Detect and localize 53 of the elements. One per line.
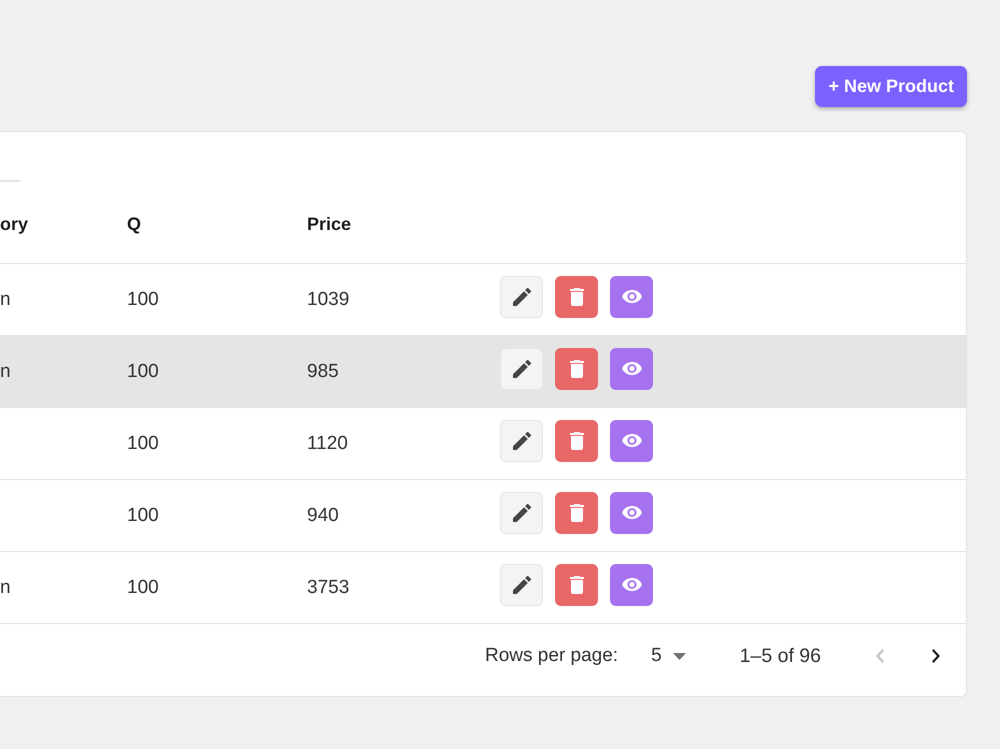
table-cell: 100 bbox=[127, 576, 159, 598]
edit-button[interactable] bbox=[500, 276, 543, 318]
table-cell: n bbox=[0, 288, 11, 310]
trash-icon bbox=[570, 360, 584, 378]
pencil-icon bbox=[512, 288, 530, 306]
delete-button[interactable] bbox=[555, 564, 598, 606]
chevron-left-icon bbox=[876, 649, 884, 663]
pencil-icon bbox=[512, 504, 530, 522]
table-cell: 100 bbox=[127, 504, 159, 526]
table-cell: 100 bbox=[127, 432, 159, 454]
rows-per-page-select[interactable]: 5 bbox=[651, 645, 686, 667]
trash-icon bbox=[570, 432, 584, 450]
caret-icon bbox=[672, 652, 686, 660]
edit-button[interactable] bbox=[500, 564, 543, 606]
column-header: Q bbox=[127, 214, 142, 235]
view-button[interactable] bbox=[610, 492, 653, 534]
eye-icon bbox=[622, 578, 642, 591]
pencil-icon bbox=[512, 576, 530, 594]
table-cell: n bbox=[0, 576, 11, 598]
table-cell: 3753 bbox=[307, 576, 350, 598]
eye-icon bbox=[622, 434, 642, 447]
column-header: Price bbox=[307, 214, 352, 235]
table-cell: n bbox=[0, 360, 11, 382]
view-button[interactable] bbox=[610, 420, 653, 462]
chevron-right-icon bbox=[932, 649, 940, 663]
table-cell: 100 bbox=[127, 288, 159, 310]
page-range: 1–5 of 96 bbox=[740, 644, 821, 668]
trash-icon bbox=[570, 504, 584, 522]
delete-button[interactable] bbox=[555, 420, 598, 462]
trash-icon bbox=[570, 288, 584, 306]
view-button[interactable] bbox=[610, 348, 653, 390]
eye-icon bbox=[622, 290, 642, 303]
pencil-icon bbox=[512, 432, 530, 450]
rows-per-page-label: Rows per page: bbox=[485, 645, 618, 667]
pencil-icon bbox=[512, 360, 530, 378]
trash-icon bbox=[570, 576, 584, 594]
delete-button[interactable] bbox=[555, 276, 598, 318]
table-cell: 1120 bbox=[307, 432, 348, 454]
eye-icon bbox=[622, 362, 642, 375]
eye-icon bbox=[622, 506, 642, 519]
edit-button[interactable] bbox=[500, 492, 543, 534]
edit-button[interactable] bbox=[500, 420, 543, 462]
column-header: ory bbox=[0, 214, 28, 235]
delete-button[interactable] bbox=[555, 492, 598, 534]
delete-button[interactable] bbox=[555, 348, 598, 390]
table-cell: 940 bbox=[307, 504, 339, 526]
new-product-button[interactable]: + New Product bbox=[815, 66, 967, 107]
view-button[interactable] bbox=[610, 276, 653, 318]
table-cell: 985 bbox=[307, 360, 339, 382]
edit-button[interactable] bbox=[500, 348, 543, 390]
table-cell: 1039 bbox=[307, 288, 350, 310]
view-button[interactable] bbox=[610, 564, 653, 606]
table-cell: 100 bbox=[127, 360, 159, 382]
